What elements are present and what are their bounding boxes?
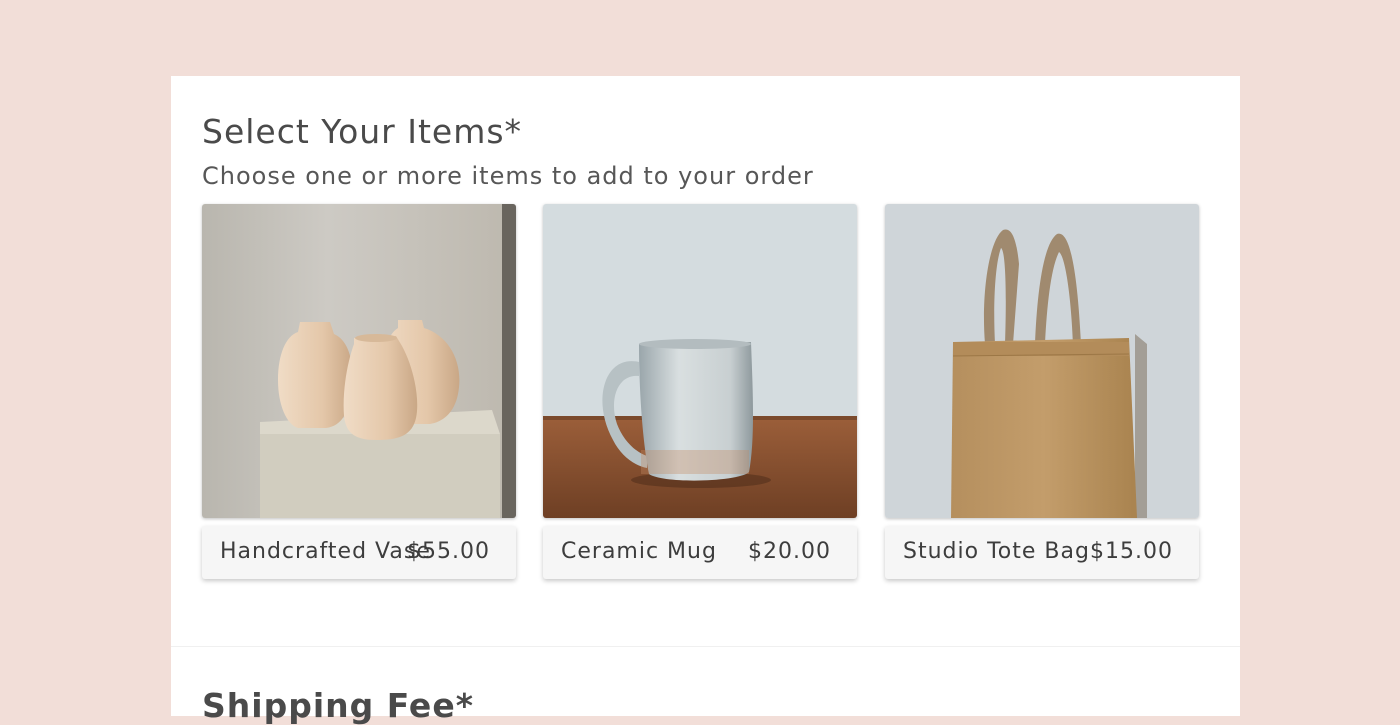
section-subtitle: Choose one or more items to add to your … xyxy=(202,162,814,190)
item-caption: Studio Tote Bag $15.00 xyxy=(885,526,1199,579)
section-divider xyxy=(171,646,1240,647)
mug-photo xyxy=(543,204,857,518)
item-price: $15.00 xyxy=(1090,539,1173,564)
order-form-card: Select Your Items* Choose one or more it… xyxy=(171,76,1240,725)
item-name: Handcrafted Vase xyxy=(220,539,431,564)
tote-bag-photo xyxy=(885,204,1199,518)
item-option-ceramic-mug[interactable]: Ceramic Mug $20.00 xyxy=(543,204,857,579)
item-option-handcrafted-vase[interactable]: Handcrafted Vase $55.00 xyxy=(202,204,516,579)
item-name: Ceramic Mug xyxy=(561,539,717,564)
item-price: $20.00 xyxy=(748,539,831,564)
shipping-section-title: Shipping Fee* xyxy=(202,686,474,725)
item-name: Studio Tote Bag xyxy=(903,539,1090,564)
vases-photo xyxy=(202,204,516,518)
item-caption: Handcrafted Vase $55.00 xyxy=(202,526,516,579)
section-title: Select Your Items* xyxy=(202,112,523,151)
item-option-studio-tote-bag[interactable]: Studio Tote Bag $15.00 xyxy=(885,204,1199,579)
item-price: $55.00 xyxy=(407,539,490,564)
item-caption: Ceramic Mug $20.00 xyxy=(543,526,857,579)
